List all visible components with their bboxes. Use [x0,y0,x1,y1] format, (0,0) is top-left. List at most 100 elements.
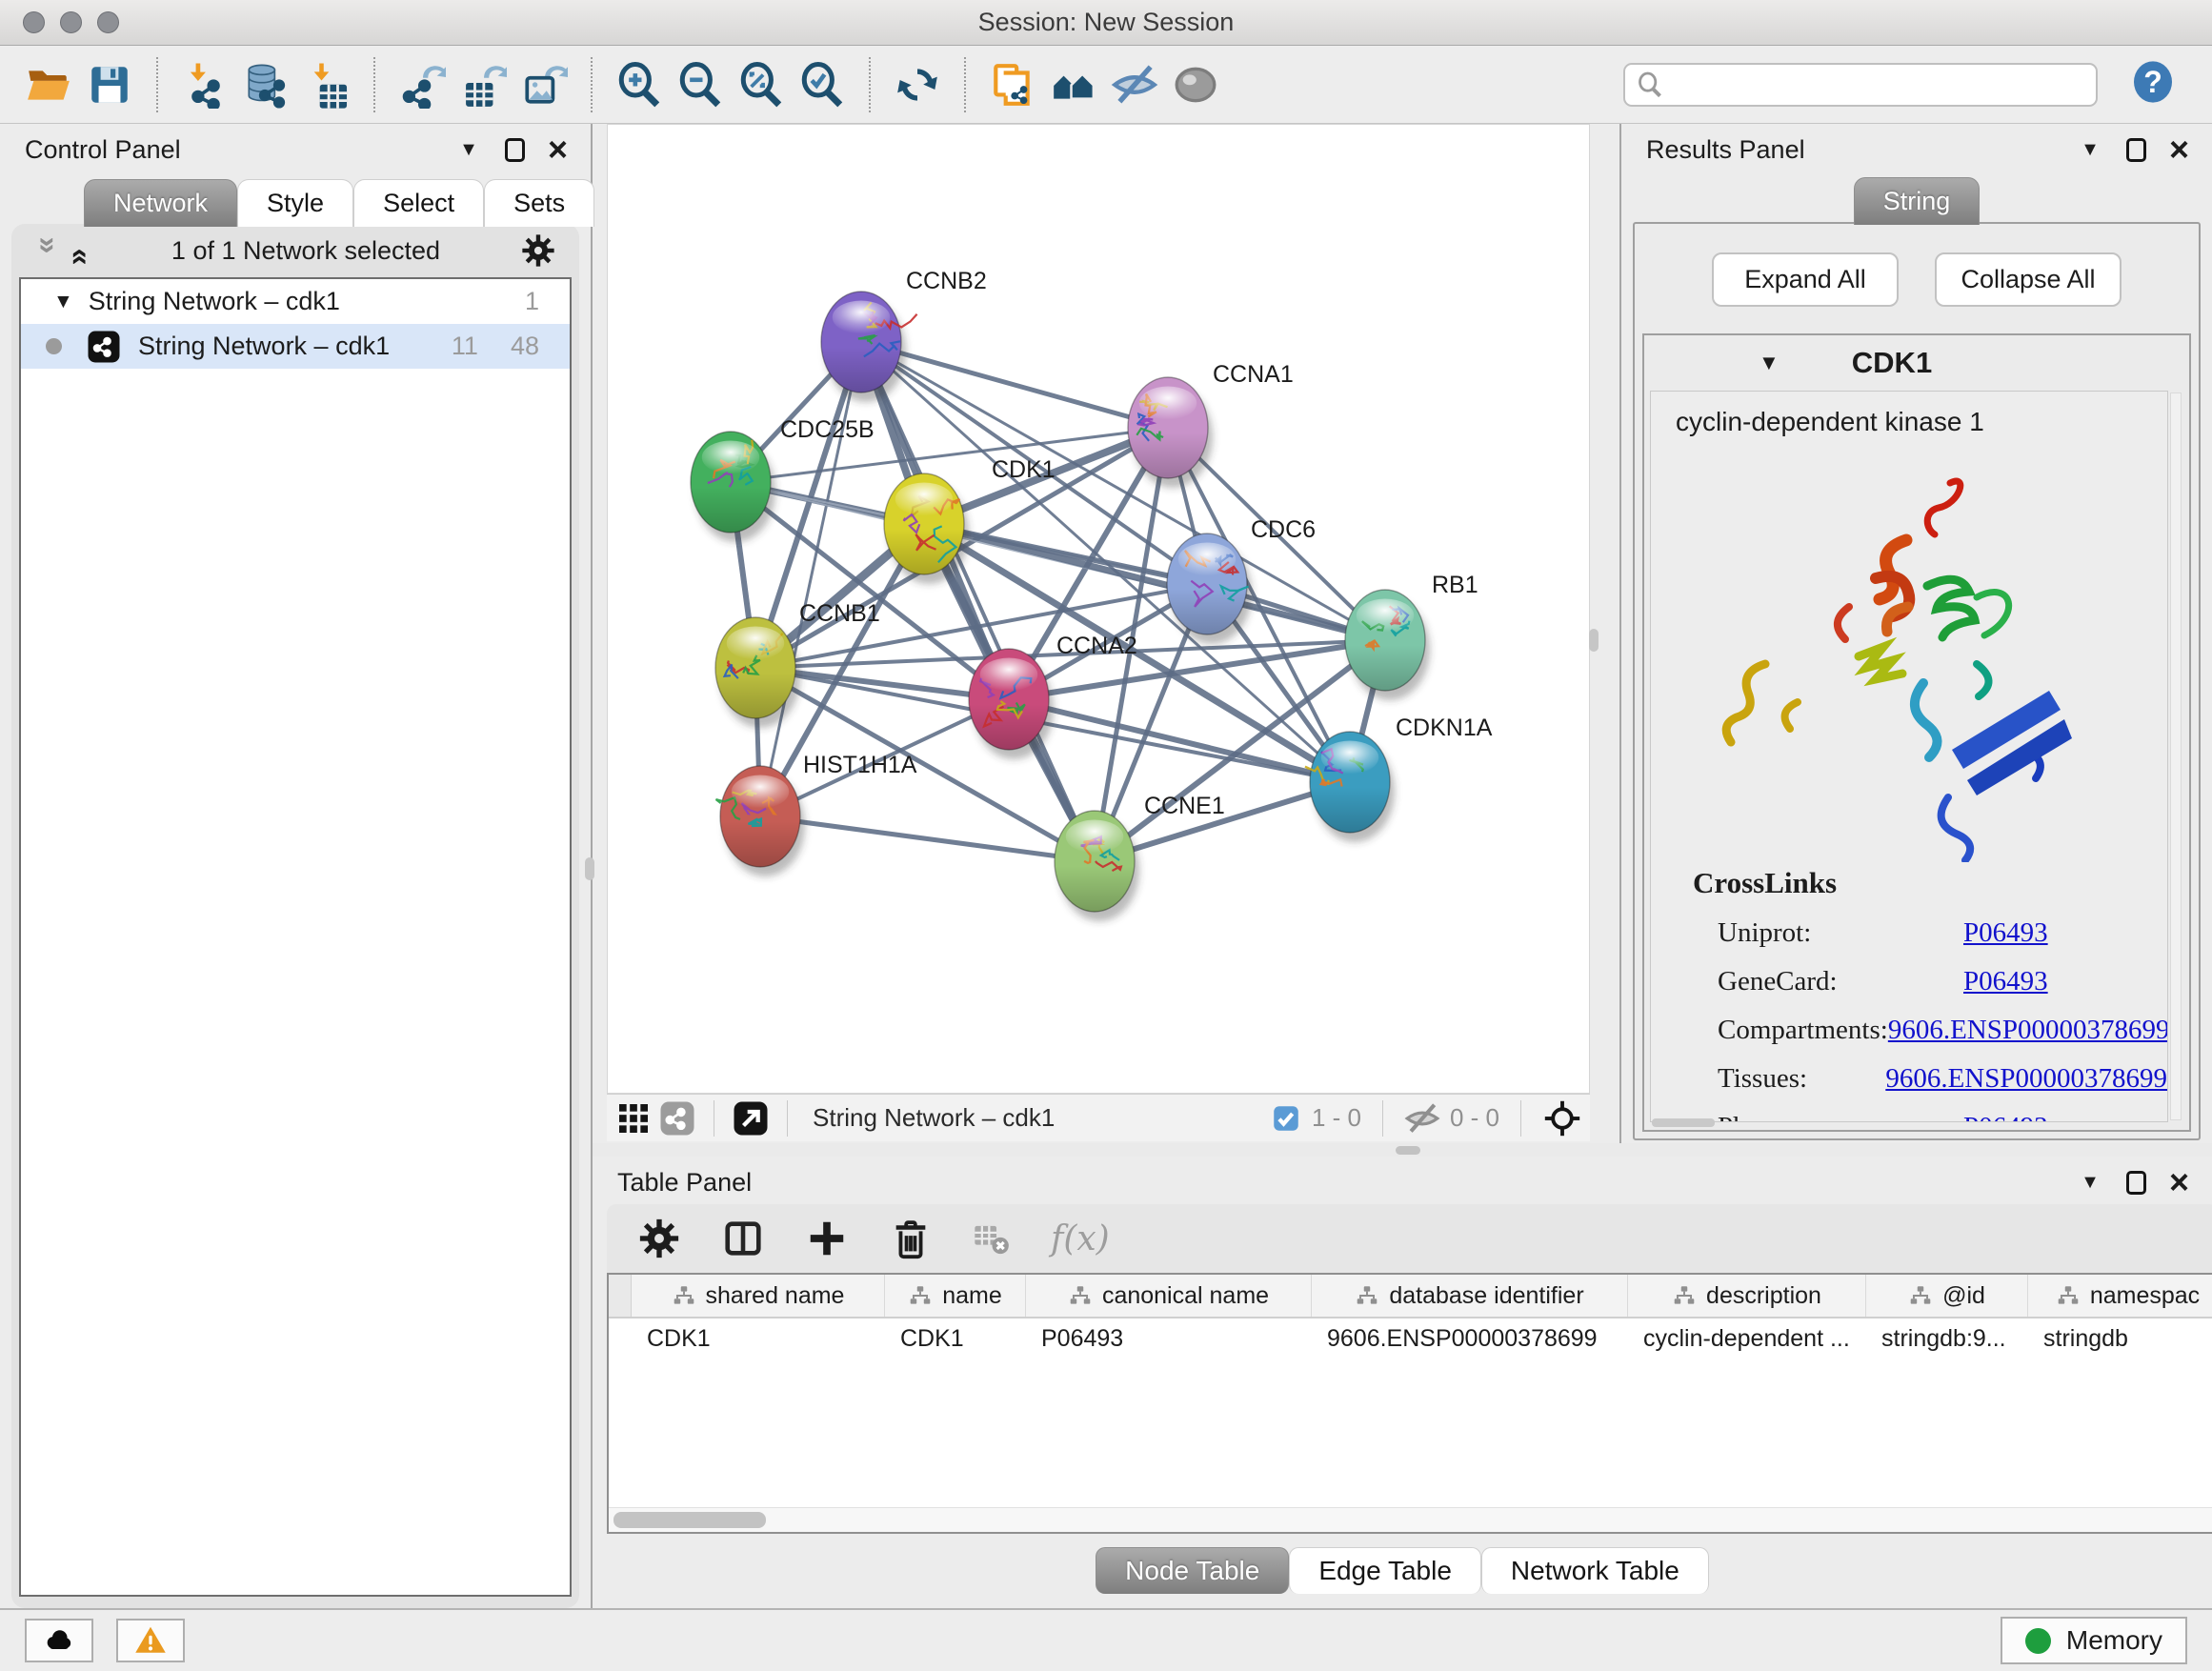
table-options-gear-icon[interactable] [637,1217,681,1260]
column-header[interactable]: @id [1866,1275,2028,1317]
column-header[interactable]: shared name [632,1275,885,1317]
float-panel-icon[interactable]: ▼ [2081,1172,2100,1194]
table-horizontal-scrollbar[interactable] [609,1507,2212,1532]
tab-string[interactable]: String [1854,177,1981,225]
network-node[interactable]: CDKN1A [1305,715,1493,842]
network-edge[interactable] [760,342,861,816]
column-header[interactable]: name [885,1275,1026,1317]
show-columns-icon[interactable] [721,1217,765,1260]
table-cell[interactable]: 9606.ENSP00000378699 [1312,1325,1628,1353]
column-header[interactable]: namespac [2028,1275,2212,1317]
crosslink-value-link[interactable]: P06493 [1963,966,2048,997]
hidden-items-eye-icon[interactable] [1404,1100,1440,1137]
results-vertical-scrollbar[interactable] [2170,393,2182,1120]
tab-network[interactable]: Network [84,179,237,227]
network-node[interactable]: CCNA2 [969,633,1137,759]
crosslink-value-link[interactable]: P06493 [1963,1112,2048,1122]
entry-expander-icon[interactable]: ▼ [1759,351,1780,375]
column-header[interactable]: canonical name [1026,1275,1312,1317]
crosslink-row: Compartments:9606.ENSP00000378699 [1718,1015,2167,1046]
zoom-fit-button[interactable] [734,56,789,113]
center-view-crosshair-icon[interactable] [1542,1098,1582,1138]
expand-all-button[interactable]: Expand All [1712,252,1899,307]
export-network-button[interactable] [394,56,450,113]
restore-panel-icon[interactable] [2126,138,2146,162]
tab-style[interactable]: Style [237,179,353,227]
hide-selected-button[interactable] [1107,56,1162,113]
network-collection-row[interactable]: ▼ String Network – cdk1 1 [21,279,570,324]
table-scrollbar-thumb[interactable] [613,1512,766,1528]
close-panel-icon[interactable]: × [2169,1169,2189,1197]
table-row[interactable]: CDK1CDK1P064939606.ENSP00000378699cyclin… [609,1319,2212,1359]
table-cell[interactable]: stringdb [2028,1325,2212,1353]
close-window-button[interactable] [23,11,45,33]
network-node[interactable]: CDC6 [1167,516,1316,644]
network-node[interactable]: CCNE1 [1055,793,1225,921]
tab-node-table[interactable]: Node Table [1096,1547,1289,1594]
tab-select[interactable]: Select [353,179,484,227]
help-button[interactable]: ? [2130,58,2176,111]
minimize-window-button[interactable] [60,11,82,33]
network-node[interactable]: HIST1H1A [716,752,917,876]
tab-edge-table[interactable]: Edge Table [1289,1547,1481,1594]
panel-divider-handle[interactable] [1589,629,1599,652]
search-input[interactable] [1673,70,2084,99]
export-table-button[interactable] [455,56,511,113]
network-canvas[interactable]: CCNB2CCNA1CDC25BCDK1CDC6RB1CCNB1CCNA2CDK… [607,124,1590,1094]
string-overview-icon[interactable] [658,1099,696,1137]
column-header[interactable]: database identifier [1312,1275,1628,1317]
warnings-button[interactable] [116,1619,185,1662]
panel-divider-handle[interactable] [585,857,594,880]
zoom-window-button[interactable] [97,11,119,33]
network-options-gear-icon[interactable] [520,232,556,269]
column-header[interactable]: description [1628,1275,1866,1317]
table-cell[interactable]: CDK1 [632,1325,885,1353]
import-table-button[interactable] [299,56,354,113]
crosslink-value-link[interactable]: P06493 [1963,917,2048,949]
import-network-button[interactable] [177,56,232,113]
open-session-button[interactable] [21,56,76,113]
zoom-selected-button[interactable] [794,56,850,113]
table-cell[interactable]: P06493 [1026,1325,1312,1353]
export-image-button[interactable] [516,56,572,113]
network-edge[interactable] [861,342,1095,861]
restore-panel-icon[interactable] [2126,1171,2146,1195]
cloud-status-button[interactable] [25,1619,93,1662]
show-all-button[interactable] [1168,56,1223,113]
close-panel-icon[interactable]: × [2169,136,2189,164]
collapse-all-button[interactable]: Collapse All [1935,252,2122,307]
first-neighbors-button[interactable] [1046,56,1101,113]
table-cell[interactable]: cyclin-dependent ... [1628,1325,1866,1353]
crosslink-value-link[interactable]: 9606.ENSP00000378699 [1885,1063,2167,1095]
splitter-handle[interactable] [1396,1146,1420,1155]
crosslink-value-link[interactable]: 9606.ENSP00000378699 [1888,1015,2168,1046]
restore-panel-icon[interactable] [505,138,525,162]
network-node[interactable]: RB1 [1345,572,1478,700]
zoom-out-button[interactable] [673,56,728,113]
float-panel-icon[interactable]: ▼ [459,139,478,161]
expand-all-networks-icon[interactable]: » [60,236,95,265]
close-panel-icon[interactable]: × [548,136,568,164]
horizontal-splitter[interactable] [593,1143,2212,1157]
results-horizontal-scrollbar[interactable] [1652,1118,1715,1127]
network-edge[interactable] [760,816,1095,861]
zoom-in-button[interactable] [612,56,667,113]
save-session-button[interactable] [82,56,137,113]
tab-network-table[interactable]: Network Table [1481,1547,1709,1594]
selected-nodes-checkbox-icon[interactable] [1270,1102,1302,1135]
network-node-label: HIST1H1A [803,752,917,778]
create-column-plus-icon[interactable] [805,1217,849,1260]
tab-sets[interactable]: Sets [484,179,594,227]
refresh-button[interactable] [890,56,945,113]
import-network-from-database-button[interactable] [238,56,293,113]
memory-button[interactable]: Memory [2001,1617,2187,1664]
detach-view-icon[interactable] [732,1099,770,1137]
collection-expander-icon[interactable]: ▼ [53,291,73,313]
duplicate-network-button[interactable] [985,56,1040,113]
table-cell[interactable]: CDK1 [885,1325,1026,1353]
float-panel-icon[interactable]: ▼ [2081,139,2100,161]
delete-column-trash-icon[interactable] [889,1217,933,1260]
table-cell[interactable]: stringdb:9... [1866,1325,2028,1353]
birdseye-view-icon[interactable] [614,1099,653,1137]
network-row-selected[interactable]: String Network – cdk1 11 48 [21,324,570,369]
